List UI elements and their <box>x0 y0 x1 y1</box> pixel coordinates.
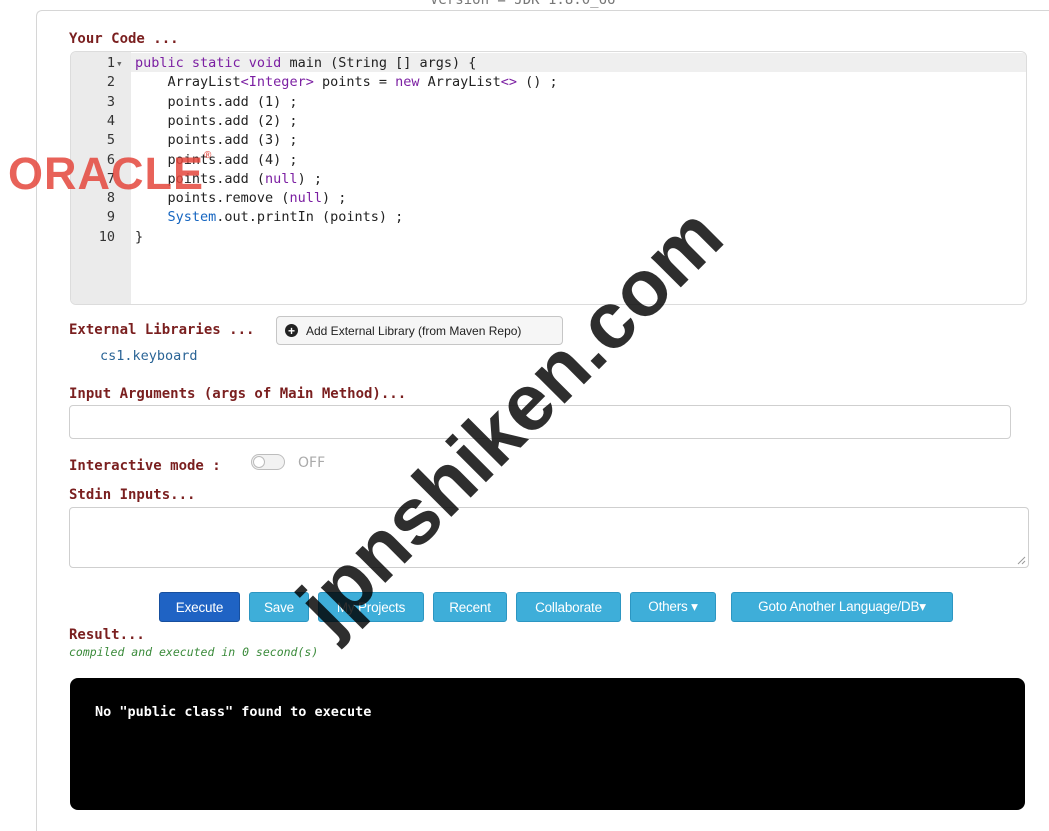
version-label: Version = JDK 1.8.0_66 <box>430 0 616 8</box>
code-token: null <box>289 190 322 207</box>
recent-button[interactable]: Recent <box>433 592 507 622</box>
code-text: public static void main (String [] args)… <box>135 54 476 74</box>
code-token: ) ; <box>321 190 347 207</box>
line-number: 2 <box>106 74 115 91</box>
code-line[interactable]: 2 ArrayList<Integer> points = new ArrayL… <box>71 73 1026 93</box>
code-token: ArrayList <box>135 74 241 91</box>
code-line[interactable]: 3 points.add (1) ; <box>71 93 1026 113</box>
code-token: points = <box>313 74 396 91</box>
toggle-knob <box>253 456 265 468</box>
code-token: points.add (1) ; <box>135 93 298 110</box>
code-line[interactable]: 9 System.out.printIn (points) ; <box>71 208 1026 228</box>
code-token: main (String <box>289 55 396 71</box>
code-line[interactable]: 10} <box>71 228 1026 248</box>
code-line[interactable]: 7 points.add (null) ; <box>71 170 1026 190</box>
code-token: args) { <box>411 55 477 71</box>
code-line[interactable]: 4 points.add (2) ; <box>71 112 1026 132</box>
code-token: public static void <box>135 55 290 71</box>
library-item[interactable]: cs1.keyboard <box>100 348 198 364</box>
goto-language-dropdown-button[interactable]: Goto Another Language/DB▾ <box>731 592 953 622</box>
code-token: new <box>395 74 420 91</box>
your-code-label: Your Code ... <box>69 31 179 47</box>
code-token: } <box>135 228 144 245</box>
code-editor[interactable]: 1 ▾ public static void main (String [] arg… <box>70 51 1027 305</box>
collaborate-button[interactable]: Collaborate <box>516 592 621 622</box>
oracle-logo: ORACLE® <box>8 148 213 199</box>
line-number: 4 <box>106 112 115 129</box>
interactive-mode-toggle[interactable] <box>251 454 285 470</box>
code-text: points.add (1) ; <box>135 93 298 113</box>
interactive-mode-label: Interactive mode : <box>69 458 221 474</box>
code-token: points.add (3) ; <box>135 132 298 149</box>
add-external-library-label: Add External Library (from Maven Repo) <box>306 323 522 338</box>
fold-arrow-icon[interactable]: ▾ <box>116 54 123 74</box>
code-text: points.add (2) ; <box>135 112 298 132</box>
line-number: 9 <box>106 209 115 226</box>
stdin-input-field[interactable] <box>69 507 1029 568</box>
line-number: 3 <box>106 93 115 110</box>
code-token: () ; <box>517 74 558 91</box>
code-text: System.out.printIn (points) ; <box>135 208 404 228</box>
interactive-mode-state: OFF <box>298 455 326 471</box>
execute-button[interactable]: Execute <box>159 592 240 622</box>
add-external-library-button[interactable]: + Add External Library (from Maven Repo) <box>276 316 563 345</box>
code-text: ArrayList<Integer> points = new ArrayLis… <box>135 73 558 93</box>
others-dropdown-button[interactable]: Others ▾ <box>630 592 716 622</box>
code-token: <> <box>500 74 518 91</box>
code-line[interactable]: 5 points.add (3) ; <box>71 131 1026 151</box>
code-token: ArrayList <box>419 74 501 91</box>
code-token: System <box>167 209 217 226</box>
code-line[interactable]: 8 points.remove (null) ; <box>71 189 1026 209</box>
external-libraries-label: External Libraries ... <box>69 322 255 338</box>
line-number: 1 <box>106 55 115 71</box>
code-line[interactable]: 1 ▾ public static void main (String [] arg… <box>71 54 1026 74</box>
line-number: 10 <box>98 228 115 245</box>
result-status: compiled and executed in 0 second(s) <box>69 645 319 659</box>
code-token: [] <box>395 55 412 71</box>
result-output-panel: No "public class" found to execute <box>70 678 1025 810</box>
resize-handle-icon[interactable] <box>1017 556 1026 565</box>
code-token: ) ; <box>297 170 322 187</box>
result-output-text: No "public class" found to execute <box>95 704 372 720</box>
code-text: } <box>135 228 143 248</box>
input-arguments-label: Input Arguments (args of Main Method)... <box>69 386 407 402</box>
code-token: .out.printIn (points) ; <box>216 209 404 226</box>
code-token: points.add (2) ; <box>135 112 298 129</box>
plus-circle-icon: + <box>285 324 298 337</box>
stdin-inputs-label: Stdin Inputs... <box>69 487 196 503</box>
result-label: Result... <box>69 627 145 643</box>
code-token: null <box>265 170 298 187</box>
code-line[interactable]: 6 points.add (4) ; <box>71 151 1026 171</box>
code-token: <Integer> <box>240 74 314 91</box>
